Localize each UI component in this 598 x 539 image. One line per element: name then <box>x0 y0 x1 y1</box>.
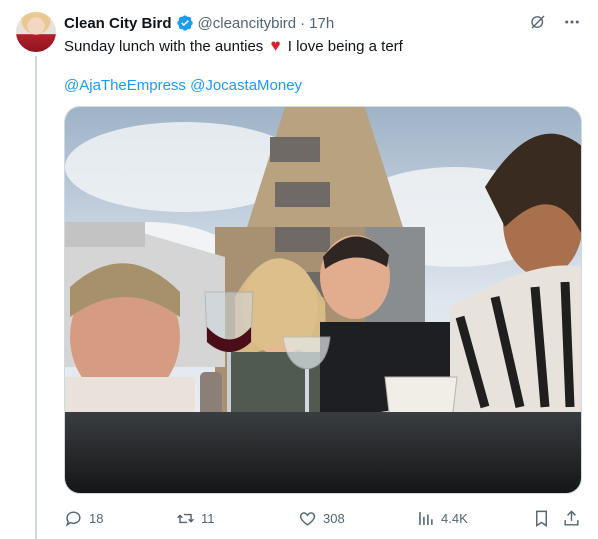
tweet-text-end: I love being a terf <box>287 38 403 55</box>
more-icon[interactable] <box>562 12 582 32</box>
thread-line <box>35 56 37 539</box>
views-count: 4.4K <box>441 510 468 526</box>
avatar[interactable] <box>16 12 56 52</box>
reply-icon <box>65 510 81 527</box>
like-count: 308 <box>323 510 345 526</box>
reply-count: 18 <box>89 510 104 526</box>
grok-icon[interactable] <box>528 12 548 32</box>
mention-link[interactable]: @AjaTheEmpress <box>64 77 186 94</box>
repost-button[interactable]: 11 <box>176 506 215 530</box>
like-icon <box>299 511 316 526</box>
tweet: Clean City Bird @cleancitybird · 17h Sun… <box>0 0 598 539</box>
mention-link[interactable]: @JocastaMoney <box>190 77 302 94</box>
action-bar: 18 11 308 4.4K <box>64 506 584 530</box>
tweet-text-start: Sunday lunch with the aunties <box>64 38 264 55</box>
top-actions <box>528 12 582 32</box>
tweet-text: Sunday lunch with the aunties ♥ I love b… <box>64 36 574 57</box>
bookmark-icon <box>536 510 547 527</box>
tweet-header: Clean City Bird @cleancitybird · 17h <box>64 12 334 34</box>
share-button[interactable] <box>562 506 581 530</box>
timestamp[interactable]: 17h <box>309 15 334 32</box>
heart-emoji-icon: ♥ <box>270 36 281 55</box>
tweet-photo[interactable] <box>64 106 582 494</box>
like-button[interactable]: 308 <box>298 506 345 530</box>
repost-count: 11 <box>201 510 215 526</box>
share-icon <box>564 509 579 526</box>
display-name[interactable]: Clean City Bird <box>64 15 172 32</box>
bookmark-button[interactable] <box>532 506 551 530</box>
separator-dot: · <box>300 14 306 32</box>
mentions: @AjaTheEmpress @JocastaMoney <box>64 76 302 96</box>
reply-button[interactable]: 18 <box>64 506 103 530</box>
views-button[interactable]: 4.4K <box>416 506 468 530</box>
repost-icon <box>177 513 194 523</box>
handle[interactable]: @cleancitybird <box>198 15 297 32</box>
views-icon <box>419 511 433 525</box>
verified-badge-icon[interactable] <box>176 14 194 32</box>
